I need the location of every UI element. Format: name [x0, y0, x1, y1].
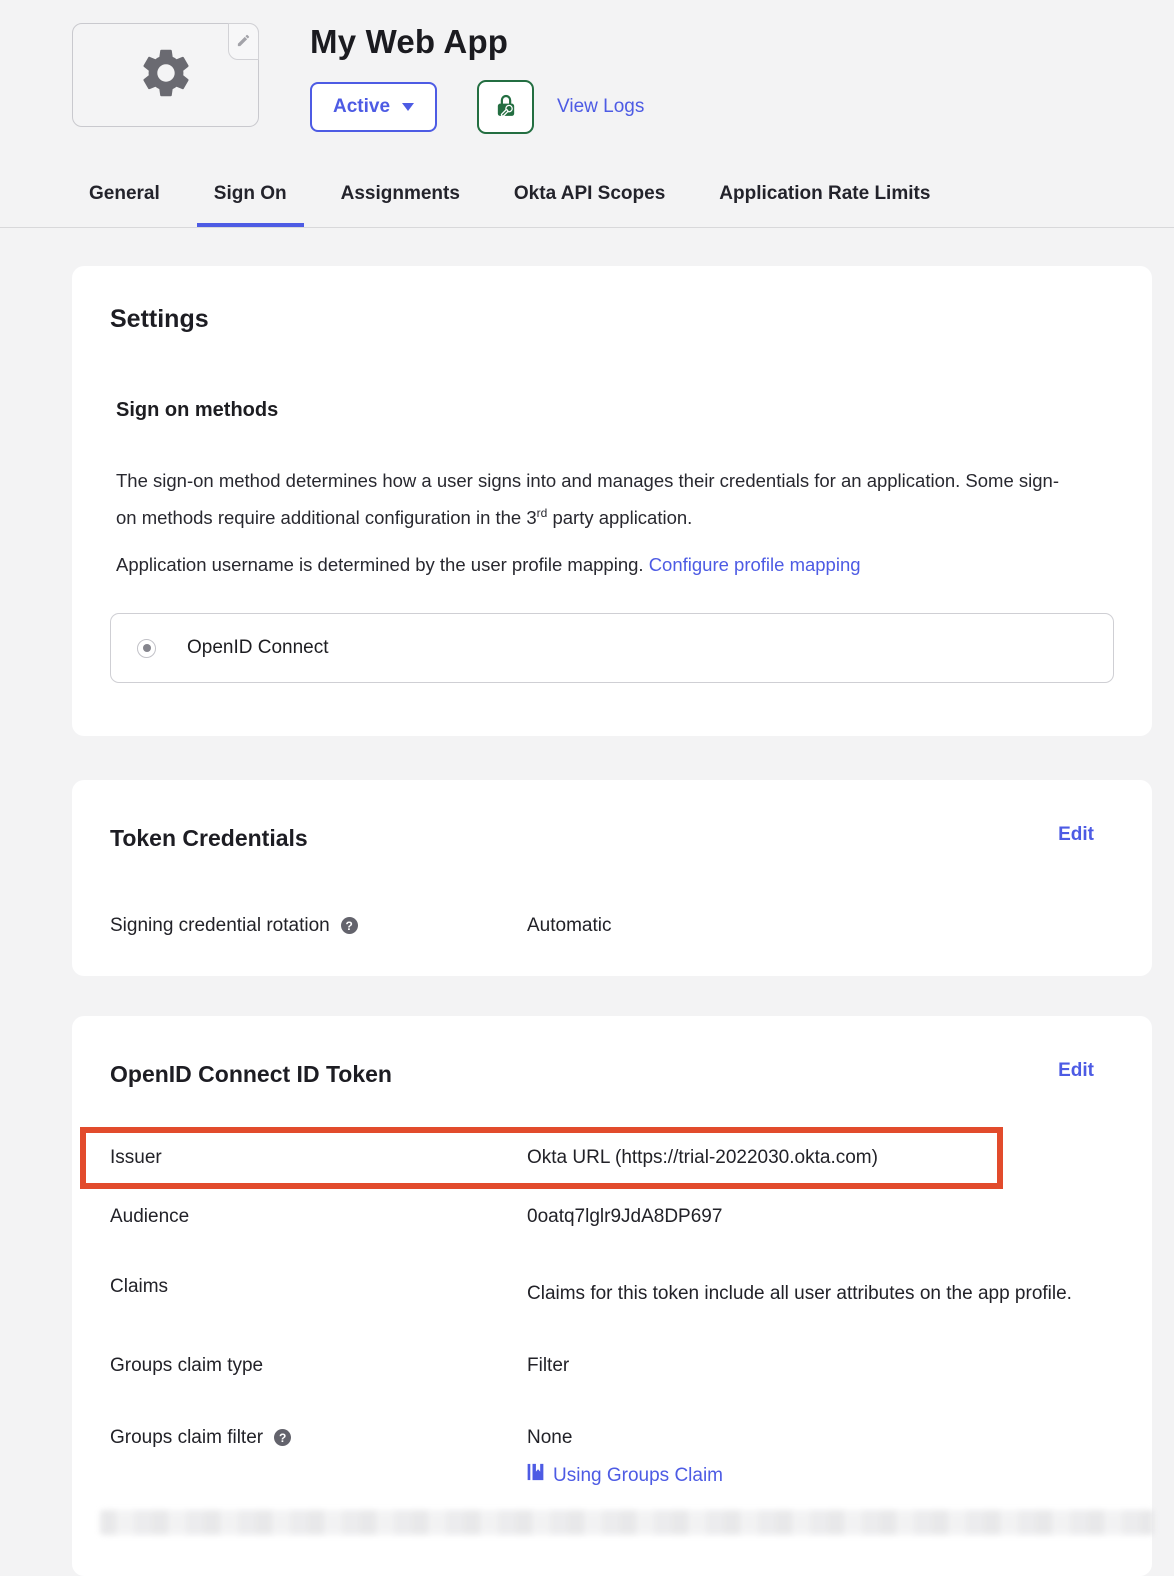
- signing-credential-rotation-row: Signing credential rotation ? Automatic: [110, 914, 1094, 938]
- help-icon[interactable]: ?: [274, 1429, 291, 1446]
- issuer-row-highlighted: Issuer Okta URL (https://trial-2022030.o…: [80, 1127, 1003, 1189]
- sign-on-methods-heading: Sign on methods: [116, 398, 1114, 422]
- username-mapping-description: Application username is determined by th…: [116, 548, 1066, 581]
- groups-claim-filter-label: Groups claim filter: [110, 1426, 263, 1450]
- configure-profile-mapping-link[interactable]: Configure profile mapping: [649, 554, 861, 575]
- app-logo-tile: [72, 23, 259, 127]
- token-credentials-card: Token Credentials Edit Signing credentia…: [72, 780, 1152, 976]
- radio-selected-icon[interactable]: [137, 639, 156, 658]
- status-dropdown[interactable]: Active: [310, 82, 437, 132]
- claims-value: Claims for this token include all user a…: [527, 1275, 1094, 1312]
- id-token-heading: OpenID Connect ID Token: [110, 1060, 392, 1088]
- claims-label: Claims: [110, 1275, 168, 1299]
- settings-card: Settings Sign on methods The sign-on met…: [72, 266, 1152, 736]
- chevron-down-icon: [402, 103, 414, 111]
- openid-connect-id-token-card: OpenID Connect ID Token Edit Issuer Okta…: [72, 1016, 1152, 1576]
- issuer-label: Issuer: [110, 1146, 162, 1170]
- tab-application-rate-limits[interactable]: Application Rate Limits: [702, 163, 947, 227]
- groups-claim-type-row: Groups claim type Filter: [110, 1354, 1094, 1378]
- groups-claim-filter-value: None: [527, 1426, 1094, 1450]
- signing-credential-rotation-label: Signing credential rotation: [110, 914, 330, 938]
- edit-token-credentials-link[interactable]: Edit: [1058, 824, 1094, 846]
- book-icon: [527, 1463, 544, 1488]
- sign-on-method-description: The sign-on method determines how a user…: [116, 464, 1066, 534]
- groups-claim-type-label: Groups claim type: [110, 1354, 263, 1378]
- groups-claim-type-value: Filter: [527, 1354, 1094, 1378]
- method-option-label: OpenID Connect: [187, 637, 329, 659]
- tab-assignments[interactable]: Assignments: [324, 163, 477, 227]
- groups-claim-filter-row: Groups claim filter ? None Using Groups …: [110, 1426, 1094, 1488]
- lock-button[interactable]: [477, 80, 534, 134]
- app-header: My Web App Active View Logs: [0, 0, 1174, 129]
- ordinal-superscript: rd: [537, 506, 548, 520]
- using-groups-claim-label: Using Groups Claim: [553, 1464, 723, 1488]
- gear-icon: [137, 44, 195, 107]
- help-icon[interactable]: ?: [341, 917, 358, 934]
- description-text-end: party application.: [547, 507, 692, 528]
- sign-on-method-option[interactable]: OpenID Connect: [110, 613, 1114, 683]
- signing-credential-rotation-value: Automatic: [527, 914, 1094, 938]
- audience-row: Audience 0oatq7lglr9JdA8DP697: [110, 1205, 1094, 1229]
- pencil-icon: [236, 33, 251, 51]
- issuer-value: Okta URL (https://trial-2022030.okta.com…: [527, 1146, 997, 1170]
- blurred-content-row: [100, 1510, 1154, 1535]
- username-mapping-text: Application username is determined by th…: [116, 554, 649, 575]
- page-title: My Web App: [310, 20, 644, 64]
- edit-id-token-link[interactable]: Edit: [1058, 1060, 1094, 1082]
- audience-value: 0oatq7lglr9JdA8DP697: [527, 1205, 1094, 1229]
- settings-heading: Settings: [110, 304, 1114, 334]
- claims-row: Claims Claims for this token include all…: [110, 1275, 1094, 1312]
- tab-okta-api-scopes[interactable]: Okta API Scopes: [497, 163, 682, 227]
- lock-key-icon: [492, 92, 520, 123]
- tab-general[interactable]: General: [72, 163, 177, 227]
- audience-label: Audience: [110, 1205, 189, 1229]
- view-logs-link[interactable]: View Logs: [557, 96, 644, 118]
- edit-logo-button[interactable]: [228, 23, 259, 60]
- status-label: Active: [333, 96, 390, 118]
- tab-bar: General Sign On Assignments Okta API Sco…: [0, 163, 1174, 228]
- using-groups-claim-link[interactable]: Using Groups Claim: [527, 1463, 1094, 1488]
- token-credentials-heading: Token Credentials: [110, 824, 308, 852]
- tab-sign-on[interactable]: Sign On: [197, 163, 304, 227]
